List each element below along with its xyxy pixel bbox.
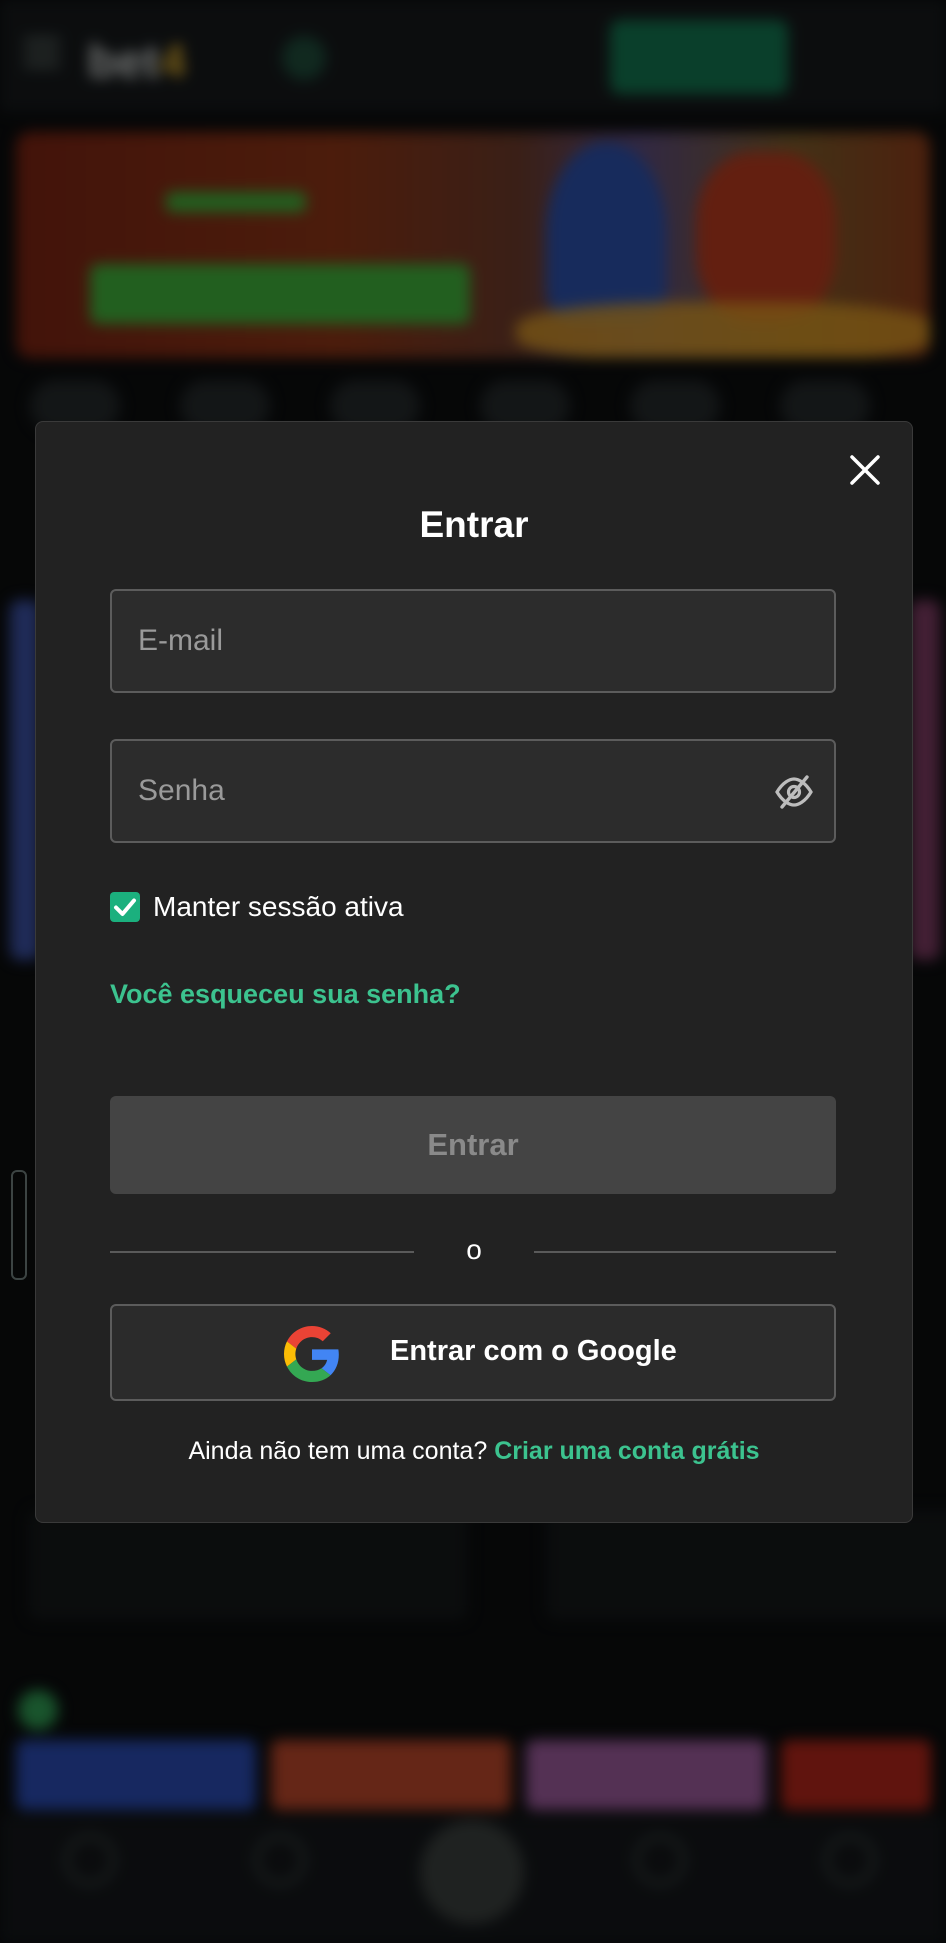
email-field[interactable]: E-mail bbox=[110, 589, 836, 693]
password-placeholder: Senha bbox=[138, 774, 225, 807]
login-modal: Entrar E-mail Senha Manter sessão ativa … bbox=[35, 421, 913, 1523]
divider-text: o bbox=[466, 1234, 482, 1265]
signup-prompt: Ainda não tem uma conta? Criar uma conta… bbox=[36, 1437, 912, 1466]
close-icon bbox=[850, 455, 880, 485]
modal-title: Entrar bbox=[419, 504, 529, 545]
google-login-button[interactable]: Entrar com o Google bbox=[110, 1304, 836, 1401]
close-button[interactable] bbox=[844, 449, 886, 491]
email-placeholder: E-mail bbox=[138, 624, 224, 657]
submit-button[interactable]: Entrar bbox=[110, 1096, 836, 1194]
create-account-link[interactable]: Criar uma conta grátis bbox=[494, 1437, 759, 1465]
remember-checkbox[interactable] bbox=[110, 892, 140, 922]
scroll-indicator bbox=[11, 1170, 27, 1280]
google-icon bbox=[284, 1326, 339, 1382]
google-login-label: Entrar com o Google bbox=[390, 1335, 677, 1367]
divider-left bbox=[110, 1251, 414, 1253]
divider-right bbox=[534, 1251, 836, 1253]
forgot-password-link[interactable]: Você esqueceu sua senha? bbox=[110, 979, 461, 1010]
no-account-text: Ainda não tem uma conta? bbox=[188, 1437, 488, 1465]
check-icon bbox=[114, 898, 136, 916]
remember-label: Manter sessão ativa bbox=[153, 891, 404, 922]
eye-off-icon[interactable] bbox=[774, 774, 814, 810]
password-field[interactable]: Senha bbox=[110, 739, 836, 843]
